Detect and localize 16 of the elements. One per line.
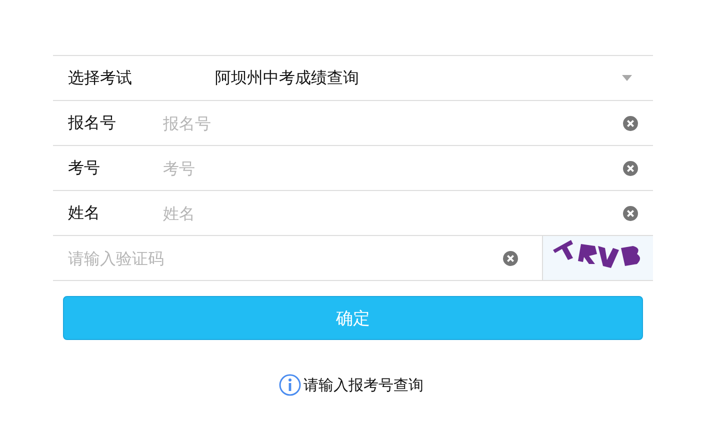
caret-icon — [622, 75, 632, 81]
input-field[interactable]: 考号 — [163, 153, 623, 183]
captcha-input[interactable]: 请输入验证码 — [68, 243, 483, 273]
field-label: 姓名 — [68, 202, 101, 224]
field-label: 报名号 — [68, 112, 117, 134]
clear-icon[interactable] — [623, 160, 638, 176]
field-label: 选择考试 — [68, 68, 133, 88]
input-field[interactable]: 姓名 — [163, 198, 623, 228]
clear-icon[interactable] — [623, 116, 638, 130]
info-icon — [278, 374, 300, 396]
exam-select[interactable]: 阿坝州中考成绩查询 — [163, 56, 653, 100]
input-field[interactable]: 报名号 — [163, 108, 623, 138]
field-label: 考号 — [68, 158, 101, 178]
clear-icon[interactable] — [503, 250, 518, 266]
clear-icon[interactable] — [623, 206, 638, 220]
hint-text: 请输入报考号查询 — [304, 376, 424, 394]
